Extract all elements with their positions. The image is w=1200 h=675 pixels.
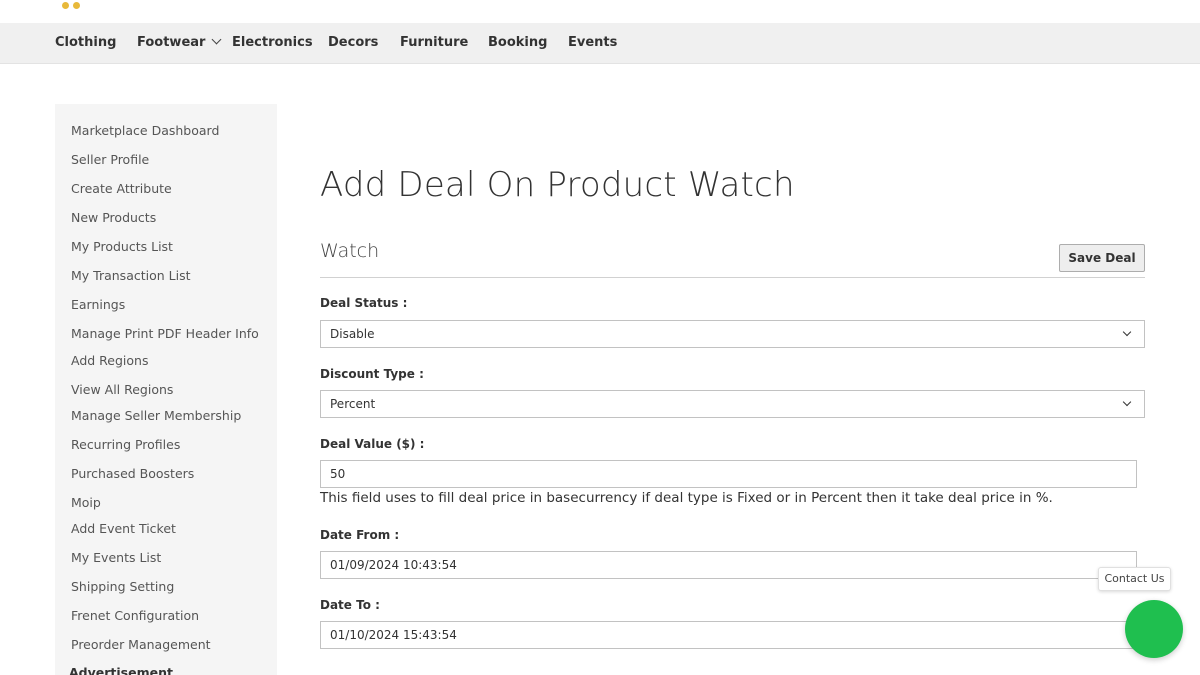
sidebar-item-new-products[interactable]: New Products — [71, 210, 156, 225]
nav-item-footwear-label: Footwear — [137, 35, 206, 50]
chevron-down-icon — [1122, 327, 1132, 337]
deal-value-label: Deal Value ($) : — [320, 437, 425, 451]
account-sidebar: Marketplace Dashboard Seller Profile Cre… — [55, 104, 277, 675]
date-to-input[interactable] — [320, 621, 1137, 649]
nav-item-furniture[interactable]: Furniture — [400, 35, 468, 50]
section-divider — [320, 277, 1145, 278]
nav-item-footwear[interactable]: Footwear — [137, 34, 222, 50]
contact-us-tooltip: Contact Us — [1098, 567, 1171, 591]
discount-type-select[interactable]: Percent — [320, 390, 1145, 418]
nav-item-electronics[interactable]: Electronics — [232, 35, 313, 50]
sidebar-item-add-event-ticket[interactable]: Add Event Ticket — [71, 521, 176, 536]
sidebar-heading-advertisement: Advertisement — [69, 665, 173, 675]
sidebar-item-preorder-management[interactable]: Preorder Management — [71, 637, 211, 652]
nav-item-clothing[interactable]: Clothing — [55, 35, 116, 50]
discount-type-label: Discount Type : — [320, 367, 424, 381]
sidebar-item-frenet-configuration[interactable]: Frenet Configuration — [71, 608, 199, 623]
sidebar-item-view-all-regions[interactable]: View All Regions — [71, 382, 173, 397]
sidebar-item-add-regions[interactable]: Add Regions — [71, 353, 148, 368]
sidebar-item-my-transaction-list[interactable]: My Transaction List — [71, 268, 191, 283]
section-title: Watch — [320, 240, 380, 262]
date-from-input[interactable] — [320, 551, 1137, 579]
sidebar-item-seller-profile[interactable]: Seller Profile — [71, 152, 149, 167]
sidebar-item-earnings[interactable]: Earnings — [71, 297, 125, 312]
sidebar-item-recurring-profiles[interactable]: Recurring Profiles — [71, 437, 180, 452]
chevron-down-icon — [1122, 397, 1132, 407]
deal-status-select[interactable]: Disable — [320, 320, 1145, 348]
sidebar-item-my-events-list[interactable]: My Events List — [71, 550, 161, 565]
save-deal-button[interactable]: Save Deal — [1059, 244, 1145, 272]
date-to-label: Date To : — [320, 598, 380, 612]
store-logo[interactable] — [62, 0, 90, 9]
page-title: Add Deal On Product Watch — [320, 165, 795, 205]
discount-type-value: Percent — [330, 397, 376, 411]
deal-value-hint: This field uses to fill deal price in ba… — [320, 490, 1053, 506]
sidebar-item-moip[interactable]: Moip — [71, 495, 101, 510]
contact-us-button[interactable] — [1125, 600, 1183, 658]
main-navigation: Clothing Footwear Electronics Decors Fur… — [0, 23, 1200, 64]
sidebar-item-purchased-boosters[interactable]: Purchased Boosters — [71, 466, 194, 481]
deal-status-value: Disable — [330, 327, 375, 341]
sidebar-item-my-products-list[interactable]: My Products List — [71, 239, 173, 254]
nav-item-events[interactable]: Events — [568, 35, 617, 50]
deal-status-label: Deal Status : — [320, 296, 408, 310]
date-from-label: Date From : — [320, 528, 400, 542]
sidebar-item-manage-pdf-header[interactable]: Manage Print PDF Header Info — [71, 326, 259, 341]
sidebar-item-create-attribute[interactable]: Create Attribute — [71, 181, 172, 196]
nav-item-booking[interactable]: Booking — [488, 35, 547, 50]
sidebar-item-manage-seller-membership[interactable]: Manage Seller Membership — [71, 408, 241, 423]
sidebar-item-marketplace-dashboard[interactable]: Marketplace Dashboard — [71, 123, 219, 138]
deal-value-input[interactable] — [320, 460, 1137, 488]
sidebar-item-shipping-setting[interactable]: Shipping Setting — [71, 579, 174, 594]
chevron-down-icon — [212, 34, 222, 45]
nav-item-decors[interactable]: Decors — [328, 35, 378, 50]
